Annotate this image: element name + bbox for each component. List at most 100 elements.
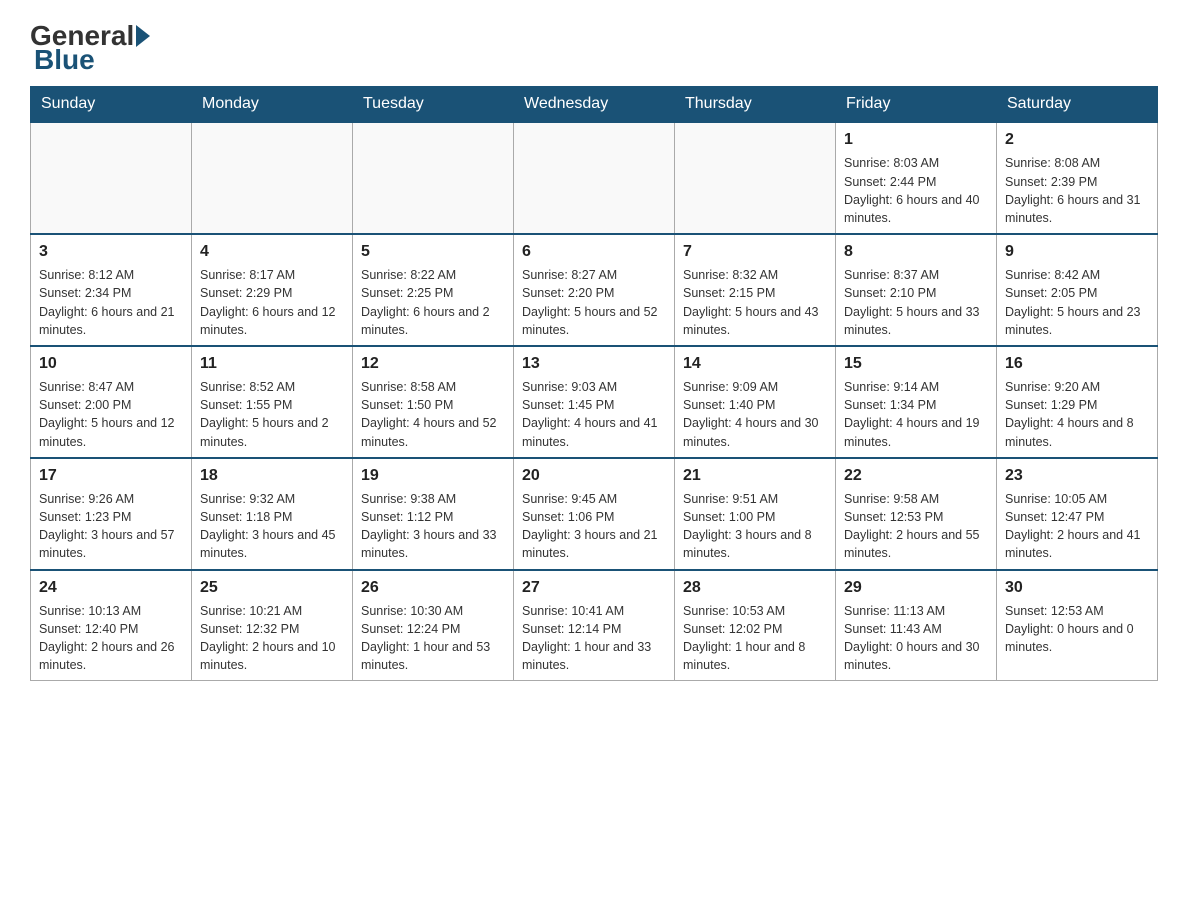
day-number: 2 (1005, 129, 1149, 151)
calendar-cell: 8 Sunrise: 8:37 AM Sunset: 2:10 PM Daylig… (836, 234, 997, 346)
day-number: 7 (683, 241, 827, 263)
day-info: Sunrise: 10:53 AM Sunset: 12:02 PM Dayli… (683, 602, 827, 675)
day-number: 6 (522, 241, 666, 263)
day-info: Sunrise: 10:05 AM Sunset: 12:47 PM Dayli… (1005, 490, 1149, 563)
calendar-cell: 9 Sunrise: 8:42 AM Sunset: 2:05 PM Daylig… (997, 234, 1158, 346)
day-info: Sunrise: 10:41 AM Sunset: 12:14 PM Dayli… (522, 602, 666, 675)
day-info: Sunrise: 9:26 AM Sunset: 1:23 PM Dayligh… (39, 490, 183, 563)
day-info: Sunrise: 8:03 AM Sunset: 2:44 PM Dayligh… (844, 154, 988, 227)
day-info: Sunrise: 8:58 AM Sunset: 1:50 PM Dayligh… (361, 378, 505, 451)
day-info: Sunrise: 9:14 AM Sunset: 1:34 PM Dayligh… (844, 378, 988, 451)
day-number: 27 (522, 577, 666, 599)
calendar-cell: 4 Sunrise: 8:17 AM Sunset: 2:29 PM Daylig… (192, 234, 353, 346)
day-number: 12 (361, 353, 505, 375)
day-number: 3 (39, 241, 183, 263)
day-number: 21 (683, 465, 827, 487)
calendar-table: SundayMondayTuesdayWednesdayThursdayFrid… (30, 86, 1158, 681)
day-info: Sunrise: 9:38 AM Sunset: 1:12 PM Dayligh… (361, 490, 505, 563)
day-number: 18 (200, 465, 344, 487)
calendar-cell: 26 Sunrise: 10:30 AM Sunset: 12:24 PM Day… (353, 570, 514, 681)
day-number: 26 (361, 577, 505, 599)
day-number: 4 (200, 241, 344, 263)
calendar-cell (353, 122, 514, 234)
day-number: 20 (522, 465, 666, 487)
day-info: Sunrise: 8:32 AM Sunset: 2:15 PM Dayligh… (683, 266, 827, 339)
day-number: 22 (844, 465, 988, 487)
calendar-cell: 17 Sunrise: 9:26 AM Sunset: 1:23 PM Dayli… (31, 458, 192, 570)
day-info: Sunrise: 8:12 AM Sunset: 2:34 PM Dayligh… (39, 266, 183, 339)
day-number: 16 (1005, 353, 1149, 375)
calendar-cell: 1 Sunrise: 8:03 AM Sunset: 2:44 PM Daylig… (836, 122, 997, 234)
calendar-cell: 5Sunrise: 8:22 AM Sunset: 2:25 PM Daylig… (353, 234, 514, 346)
calendar-week-row: 1 Sunrise: 8:03 AM Sunset: 2:44 PM Daylig… (31, 122, 1158, 234)
calendar-week-row: 3 Sunrise: 8:12 AM Sunset: 2:34 PM Daylig… (31, 234, 1158, 346)
day-info: Sunset: 12:53 AM Daylight: 0 hours and 0… (1005, 602, 1149, 656)
calendar-cell: 30 Sunset: 12:53 AM Daylight: 0 hours and… (997, 570, 1158, 681)
calendar-cell: 16 Sunrise: 9:20 AM Sunset: 1:29 PM Dayli… (997, 346, 1158, 458)
day-number: 23 (1005, 465, 1149, 487)
calendar-cell: 23 Sunrise: 10:05 AM Sunset: 12:47 PM Day… (997, 458, 1158, 570)
calendar-week-row: 17 Sunrise: 9:26 AM Sunset: 1:23 PM Dayli… (31, 458, 1158, 570)
day-number: 11 (200, 353, 344, 375)
calendar-cell: 29 Sunrise: 11:13 AM Sunset: 11:43 AM Day… (836, 570, 997, 681)
day-number: 29 (844, 577, 988, 599)
calendar-week-row: 10 Sunrise: 8:47 AM Sunset: 2:00 PM Dayli… (31, 346, 1158, 458)
weekday-header-wednesday: Wednesday (514, 87, 675, 123)
day-info: Sunrise: 8:47 AM Sunset: 2:00 PM Dayligh… (39, 378, 183, 451)
day-info: Sunrise: 10:13 AM Sunset: 12:40 PM Dayli… (39, 602, 183, 675)
logo-triangle-icon (136, 25, 150, 47)
day-number: 10 (39, 353, 183, 375)
day-number: 25 (200, 577, 344, 599)
day-info: Sunrise: 8:17 AM Sunset: 2:29 PM Dayligh… (200, 266, 344, 339)
day-number: 15 (844, 353, 988, 375)
day-info: Sunrise: 11:13 AM Sunset: 11:43 AM Dayli… (844, 602, 988, 675)
day-info: Sunrise: 9:45 AM Sunset: 1:06 PM Dayligh… (522, 490, 666, 563)
calendar-cell: 7 Sunrise: 8:32 AM Sunset: 2:15 PM Daylig… (675, 234, 836, 346)
calendar-week-row: 24 Sunrise: 10:13 AM Sunset: 12:40 PM Day… (31, 570, 1158, 681)
day-info: Sunrise: 9:32 AM Sunset: 1:18 PM Dayligh… (200, 490, 344, 563)
day-number: 24 (39, 577, 183, 599)
day-info: Sunrise: 9:51 AM Sunset: 1:00 PM Dayligh… (683, 490, 827, 563)
calendar-cell (675, 122, 836, 234)
calendar-cell: 19Sunrise: 9:38 AM Sunset: 1:12 PM Dayli… (353, 458, 514, 570)
day-info: Sunrise: 8:42 AM Sunset: 2:05 PM Dayligh… (1005, 266, 1149, 339)
day-info: Sunrise: 10:21 AM Sunset: 12:32 PM Dayli… (200, 602, 344, 675)
calendar-cell: 12 Sunrise: 8:58 AM Sunset: 1:50 PM Dayli… (353, 346, 514, 458)
calendar-cell: 6 Sunrise: 8:27 AM Sunset: 2:20 PM Daylig… (514, 234, 675, 346)
day-info: Sunrise: 8:52 AM Sunset: 1:55 PM Dayligh… (200, 378, 344, 451)
day-info: Sunrise: 8:27 AM Sunset: 2:20 PM Dayligh… (522, 266, 666, 339)
day-number: 9 (1005, 241, 1149, 263)
calendar-cell: 27 Sunrise: 10:41 AM Sunset: 12:14 PM Day… (514, 570, 675, 681)
weekday-header-sunday: Sunday (31, 87, 192, 123)
calendar-cell: 13Sunrise: 9:03 AM Sunset: 1:45 PM Dayli… (514, 346, 675, 458)
calendar-cell: 15 Sunrise: 9:14 AM Sunset: 1:34 PM Dayli… (836, 346, 997, 458)
day-number: 14 (683, 353, 827, 375)
calendar-cell: 25 Sunrise: 10:21 AM Sunset: 12:32 PM Day… (192, 570, 353, 681)
calendar-cell (514, 122, 675, 234)
day-number: 1 (844, 129, 988, 151)
day-info: Sunrise: 9:20 AM Sunset: 1:29 PM Dayligh… (1005, 378, 1149, 451)
day-number: 17 (39, 465, 183, 487)
day-info: Sunrise: 10:30 AM Sunset: 12:24 PM Dayli… (361, 602, 505, 675)
day-number: 8 (844, 241, 988, 263)
calendar-cell: 18 Sunrise: 9:32 AM Sunset: 1:18 PM Dayli… (192, 458, 353, 570)
calendar-cell (192, 122, 353, 234)
page-header: General Blue (30, 20, 1158, 76)
day-info: Sunrise: 8:37 AM Sunset: 2:10 PM Dayligh… (844, 266, 988, 339)
day-info: Sunrise: 9:09 AM Sunset: 1:40 PM Dayligh… (683, 378, 827, 451)
calendar-cell: 28Sunrise: 10:53 AM Sunset: 12:02 PM Day… (675, 570, 836, 681)
day-info: Sunrise: 8:22 AM Sunset: 2:25 PM Dayligh… (361, 266, 505, 339)
weekday-header-tuesday: Tuesday (353, 87, 514, 123)
calendar-cell: 22 Sunrise: 9:58 AM Sunset: 12:53 PM Dayl… (836, 458, 997, 570)
day-number: 30 (1005, 577, 1149, 599)
weekday-header-monday: Monday (192, 87, 353, 123)
weekday-header-saturday: Saturday (997, 87, 1158, 123)
day-info: Sunrise: 8:08 AM Sunset: 2:39 PM Dayligh… (1005, 154, 1149, 227)
calendar-cell: 14 Sunrise: 9:09 AM Sunset: 1:40 PM Dayli… (675, 346, 836, 458)
calendar-cell (31, 122, 192, 234)
weekday-header-thursday: Thursday (675, 87, 836, 123)
calendar-cell: 3 Sunrise: 8:12 AM Sunset: 2:34 PM Daylig… (31, 234, 192, 346)
day-info: Sunrise: 9:58 AM Sunset: 12:53 PM Daylig… (844, 490, 988, 563)
day-number: 13 (522, 353, 666, 375)
calendar-cell: 10 Sunrise: 8:47 AM Sunset: 2:00 PM Dayli… (31, 346, 192, 458)
